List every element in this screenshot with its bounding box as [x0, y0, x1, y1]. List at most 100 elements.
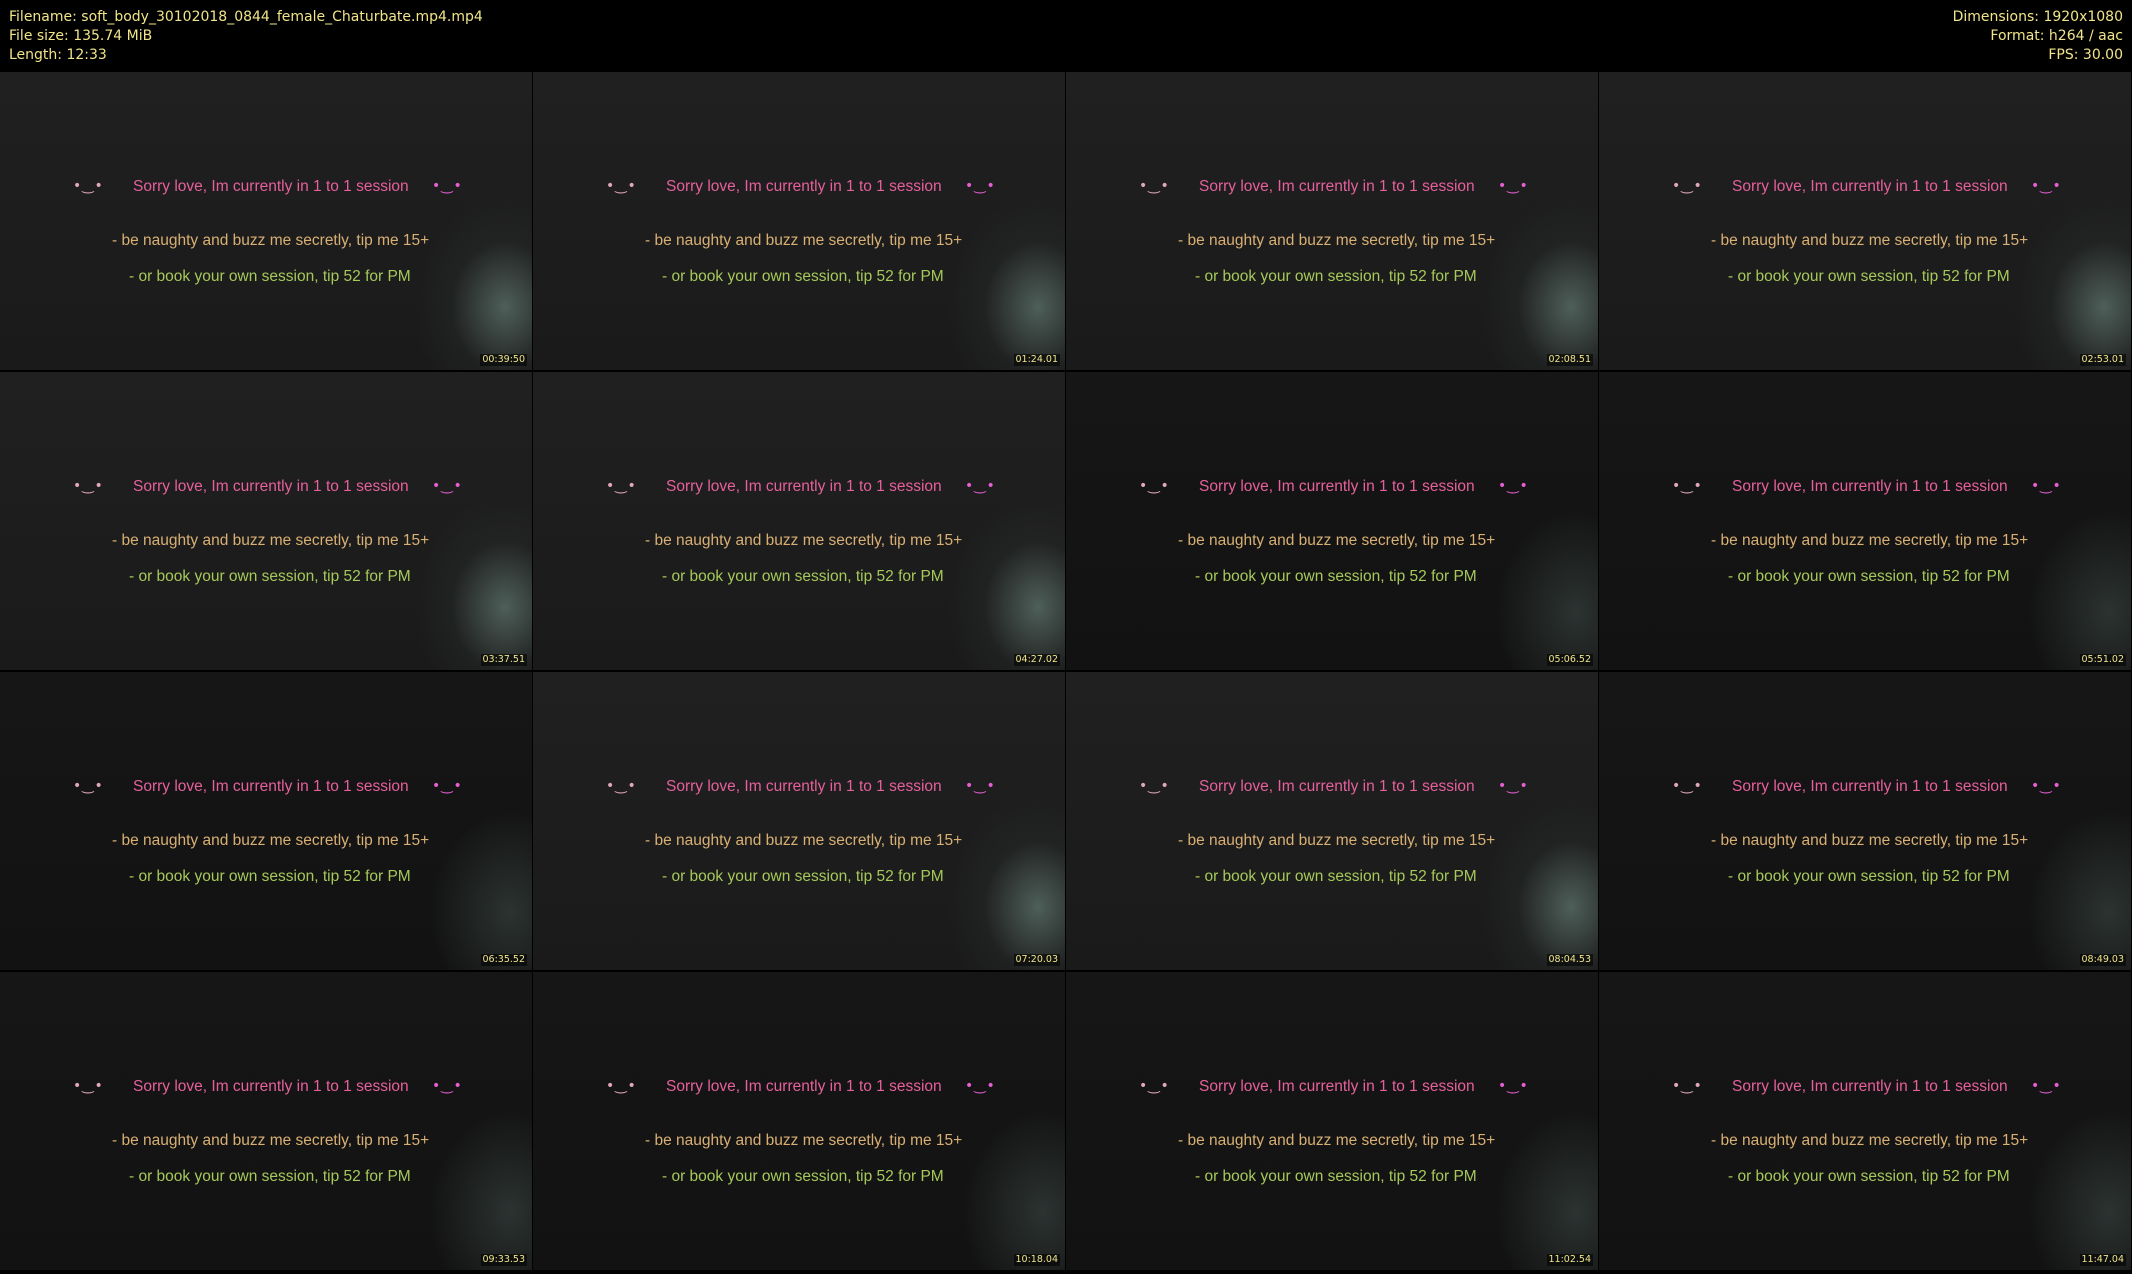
filename-label: Filename: soft_body_30102018_0844_female… — [9, 9, 483, 25]
overlay-line-tip: - be naughty and buzz me secretly, tip m… — [112, 832, 430, 849]
face-emoticon-right: •‿• — [965, 178, 996, 194]
thumbnail-frame[interactable]: •‿• Sorry love, Im currently in 1 to 1 se… — [533, 72, 1065, 370]
thumbnail-frame[interactable]: •‿• Sorry love, Im currently in 1 to 1 se… — [1599, 672, 2131, 970]
overlay-line-tip: - be naughty and buzz me secretly, tip m… — [645, 1132, 963, 1149]
thumbnail-frame[interactable]: •‿• Sorry love, Im currently in 1 to 1 se… — [0, 372, 532, 670]
overlay-line-book: - or book your own session, tip 52 for P… — [662, 1168, 944, 1185]
overlay-line-book: - or book your own session, tip 52 for P… — [129, 268, 411, 285]
overlay-line-book: - or book your own session, tip 52 for P… — [1195, 268, 1477, 285]
overlay-line-session: Sorry love, Im currently in 1 to 1 sessi… — [1732, 178, 2008, 195]
thumbnail-timestamp: 11:02.54 — [1546, 1254, 1593, 1266]
face-emoticon-right: •‿• — [432, 1078, 463, 1094]
thumbnail-frame[interactable]: •‿• Sorry love, Im currently in 1 to 1 se… — [1066, 672, 1598, 970]
face-emoticon-left: •‿• — [606, 778, 637, 794]
thumbnail-timestamp: 10:18.04 — [1013, 1254, 1060, 1266]
face-emoticon-right: •‿• — [965, 1078, 996, 1094]
thumbnail-frame[interactable]: •‿• Sorry love, Im currently in 1 to 1 se… — [0, 972, 532, 1270]
thumbnail-timestamp: 06:35.52 — [480, 954, 527, 966]
overlay-line-book: - or book your own session, tip 52 for P… — [1728, 568, 2010, 585]
overlay-line-book: - or book your own session, tip 52 for P… — [1195, 568, 1477, 585]
overlay-line-tip: - be naughty and buzz me secretly, tip m… — [1711, 1132, 2029, 1149]
format-label: Format: h264 / aac — [1990, 28, 2123, 44]
overlay-line-session: Sorry love, Im currently in 1 to 1 sessi… — [1199, 778, 1475, 795]
face-emoticon-right: •‿• — [2031, 778, 2062, 794]
overlay-line-session: Sorry love, Im currently in 1 to 1 sessi… — [666, 1078, 942, 1095]
filesize-label: File size: 135.74 MiB — [9, 28, 153, 44]
face-emoticon-right: •‿• — [432, 178, 463, 194]
thumbnail-frame[interactable]: •‿• Sorry love, Im currently in 1 to 1 se… — [1066, 372, 1598, 670]
thumbnail-frame[interactable]: •‿• Sorry love, Im currently in 1 to 1 se… — [1066, 972, 1598, 1270]
overlay-line-tip: - be naughty and buzz me secretly, tip m… — [645, 232, 963, 249]
thumbnail-timestamp: 04:27.02 — [1013, 654, 1060, 666]
thumbnail-frame[interactable]: •‿• Sorry love, Im currently in 1 to 1 se… — [1599, 72, 2131, 370]
overlay-line-session: Sorry love, Im currently in 1 to 1 sessi… — [133, 478, 409, 495]
face-emoticon-left: •‿• — [606, 178, 637, 194]
face-emoticon-left: •‿• — [1139, 1078, 1170, 1094]
overlay-line-book: - or book your own session, tip 52 for P… — [1728, 868, 2010, 885]
thumbnail-frame[interactable]: •‿• Sorry love, Im currently in 1 to 1 se… — [533, 972, 1065, 1270]
thumbnail-frame[interactable]: •‿• Sorry love, Im currently in 1 to 1 se… — [1599, 372, 2131, 670]
thumbnail-frame[interactable]: •‿• Sorry love, Im currently in 1 to 1 se… — [533, 372, 1065, 670]
overlay-line-tip: - be naughty and buzz me secretly, tip m… — [645, 832, 963, 849]
overlay-line-session: Sorry love, Im currently in 1 to 1 sessi… — [133, 778, 409, 795]
overlay-line-book: - or book your own session, tip 52 for P… — [1195, 1168, 1477, 1185]
overlay-line-book: - or book your own session, tip 52 for P… — [129, 568, 411, 585]
overlay-line-session: Sorry love, Im currently in 1 to 1 sessi… — [666, 478, 942, 495]
face-emoticon-right: •‿• — [2031, 1078, 2062, 1094]
face-emoticon-left: •‿• — [1139, 778, 1170, 794]
overlay-line-session: Sorry love, Im currently in 1 to 1 sessi… — [1732, 778, 2008, 795]
overlay-line-session: Sorry love, Im currently in 1 to 1 sessi… — [666, 178, 942, 195]
thumbnail-timestamp: 01:24.01 — [1013, 354, 1060, 366]
face-emoticon-right: •‿• — [965, 778, 996, 794]
face-emoticon-left: •‿• — [1672, 478, 1703, 494]
face-emoticon-left: •‿• — [1672, 778, 1703, 794]
overlay-line-session: Sorry love, Im currently in 1 to 1 sessi… — [133, 1078, 409, 1095]
face-emoticon-left: •‿• — [1672, 178, 1703, 194]
overlay-line-session: Sorry love, Im currently in 1 to 1 sessi… — [1732, 478, 2008, 495]
face-emoticon-right: •‿• — [432, 778, 463, 794]
length-label: Length: 12:33 — [9, 47, 107, 63]
thumbnail-timestamp: 05:06.52 — [1546, 654, 1593, 666]
face-emoticon-right: •‿• — [2031, 178, 2062, 194]
face-emoticon-right: •‿• — [2031, 478, 2062, 494]
face-emoticon-left: •‿• — [73, 778, 104, 794]
overlay-line-book: - or book your own session, tip 52 for P… — [662, 268, 944, 285]
info-header: Filename: soft_body_30102018_0844_female… — [0, 0, 2132, 72]
overlay-line-session: Sorry love, Im currently in 1 to 1 sessi… — [666, 778, 942, 795]
face-emoticon-left: •‿• — [73, 1078, 104, 1094]
overlay-line-tip: - be naughty and buzz me secretly, tip m… — [112, 1132, 430, 1149]
fps-label: FPS: 30.00 — [2048, 47, 2123, 63]
overlay-line-book: - or book your own session, tip 52 for P… — [662, 568, 944, 585]
overlay-line-tip: - be naughty and buzz me secretly, tip m… — [1711, 832, 2029, 849]
thumbnail-timestamp: 02:08.51 — [1546, 354, 1593, 366]
thumbnail-timestamp: 02:53.01 — [2079, 354, 2126, 366]
thumbnail-frame[interactable]: •‿• Sorry love, Im currently in 1 to 1 se… — [1599, 972, 2131, 1270]
overlay-line-tip: - be naughty and buzz me secretly, tip m… — [1178, 832, 1496, 849]
thumbnail-frame[interactable]: •‿• Sorry love, Im currently in 1 to 1 se… — [0, 72, 532, 370]
face-emoticon-right: •‿• — [432, 478, 463, 494]
overlay-line-book: - or book your own session, tip 52 for P… — [1728, 1168, 2010, 1185]
overlay-line-book: - or book your own session, tip 52 for P… — [1195, 868, 1477, 885]
dimensions-label: Dimensions: 1920x1080 — [1952, 9, 2123, 25]
thumbnail-timestamp: 11:47.04 — [2079, 1254, 2126, 1266]
thumbnail-frame[interactable]: •‿• Sorry love, Im currently in 1 to 1 se… — [533, 672, 1065, 970]
overlay-line-book: - or book your own session, tip 52 for P… — [129, 868, 411, 885]
overlay-line-book: - or book your own session, tip 52 for P… — [662, 868, 944, 885]
face-emoticon-right: •‿• — [965, 478, 996, 494]
face-emoticon-right: •‿• — [1498, 178, 1529, 194]
thumbnail-timestamp: 09:33.53 — [480, 1254, 527, 1266]
face-emoticon-left: •‿• — [1672, 1078, 1703, 1094]
overlay-line-tip: - be naughty and buzz me secretly, tip m… — [1178, 232, 1496, 249]
overlay-line-tip: - be naughty and buzz me secretly, tip m… — [1178, 1132, 1496, 1149]
thumbnail-timestamp: 03:37.51 — [480, 654, 527, 666]
overlay-line-tip: - be naughty and buzz me secretly, tip m… — [1178, 532, 1496, 549]
face-emoticon-left: •‿• — [1139, 478, 1170, 494]
face-emoticon-right: •‿• — [1498, 778, 1529, 794]
thumbnail-frame[interactable]: •‿• Sorry love, Im currently in 1 to 1 se… — [1066, 72, 1598, 370]
thumbnail-timestamp: 00:39:50 — [480, 354, 527, 366]
face-emoticon-right: •‿• — [1498, 478, 1529, 494]
overlay-line-session: Sorry love, Im currently in 1 to 1 sessi… — [133, 178, 409, 195]
face-emoticon-left: •‿• — [1139, 178, 1170, 194]
thumbnail-timestamp: 07:20.03 — [1013, 954, 1060, 966]
thumbnail-frame[interactable]: •‿• Sorry love, Im currently in 1 to 1 se… — [0, 672, 532, 970]
